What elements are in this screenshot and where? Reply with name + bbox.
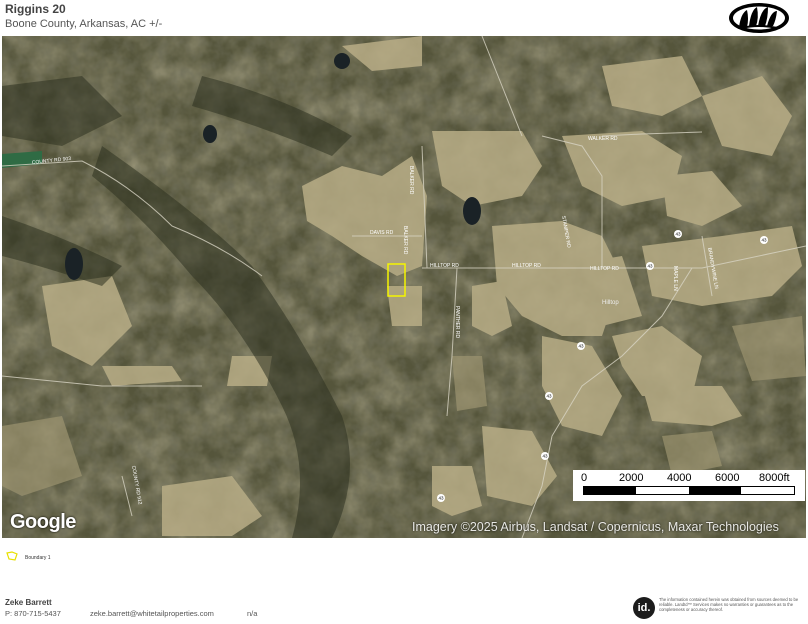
page-subtitle: Boone County, Arkansas, AC +/- bbox=[5, 18, 163, 30]
boundary-outline-icon bbox=[6, 551, 18, 561]
map-imagery: COUNTY RD 903 WALKER RD HILLTOP RD HILLT… bbox=[2, 36, 806, 538]
agent-phone: P: 870-715-5437 bbox=[5, 609, 61, 618]
highway-shield: 43 bbox=[646, 262, 654, 270]
svg-text:43: 43 bbox=[647, 264, 653, 269]
scale-segment bbox=[584, 487, 636, 494]
scale-label: 2000 bbox=[619, 472, 644, 484]
imagery-credit: Imagery ©2025 Airbus, Landsat / Copernic… bbox=[412, 520, 779, 534]
satellite-map[interactable]: COUNTY RD 903 WALKER RD HILLTOP RD HILLT… bbox=[2, 36, 806, 538]
svg-text:43: 43 bbox=[761, 238, 767, 243]
highway-shield: 43 bbox=[674, 230, 682, 238]
scale-label: 8000ft bbox=[759, 472, 790, 484]
svg-text:43: 43 bbox=[675, 232, 681, 237]
road-label: HILLTOP RD bbox=[512, 263, 541, 269]
highway-shield: 43 bbox=[437, 494, 445, 502]
svg-text:43: 43 bbox=[542, 454, 548, 459]
highway-shield: 43 bbox=[760, 236, 768, 244]
place-label: Hilltop bbox=[602, 300, 619, 306]
road-label: HILLTOP RD bbox=[430, 263, 459, 269]
agent-extra: n/a bbox=[247, 609, 258, 618]
agent-name: Zeke Barrett bbox=[5, 598, 52, 607]
highway-shield: 43 bbox=[545, 392, 553, 400]
pond bbox=[65, 248, 83, 280]
scale-label: 6000 bbox=[715, 472, 740, 484]
scale-segment bbox=[689, 487, 741, 494]
scale-label: 4000 bbox=[667, 472, 692, 484]
google-logo: Google bbox=[10, 511, 76, 533]
svg-text:43: 43 bbox=[546, 394, 552, 399]
pond bbox=[334, 53, 350, 69]
legend-label: Boundary 1 bbox=[25, 555, 51, 561]
road-label: DAVIS RD bbox=[370, 230, 394, 236]
landid-badge: id. bbox=[633, 597, 655, 619]
road-label: BALKER RD bbox=[408, 166, 414, 195]
agent-email: zeke.barrett@whitetailproperties.com bbox=[90, 609, 214, 618]
highway-shield: 43 bbox=[577, 342, 585, 350]
disclaimer-text: The information contained herein was obt… bbox=[659, 597, 799, 613]
road-label: HILLTOP RD bbox=[590, 266, 619, 272]
pond bbox=[463, 197, 481, 225]
scale-bar-track bbox=[583, 486, 795, 495]
page-title: Riggins 20 bbox=[5, 2, 66, 16]
road-label: WALKER RD bbox=[588, 136, 618, 142]
road-label: MAPLE LN bbox=[672, 266, 678, 291]
scale-label: 0 bbox=[581, 472, 588, 484]
road-label: BALKER RD bbox=[402, 226, 408, 255]
svg-text:43: 43 bbox=[438, 496, 444, 501]
pond bbox=[203, 125, 217, 143]
svg-text:43: 43 bbox=[578, 344, 584, 349]
scale-labels: 0 2000 4000 6000 8000ft bbox=[580, 472, 800, 486]
road-label: PANTHER RD bbox=[454, 306, 460, 339]
highway-shield: 43 bbox=[541, 452, 549, 460]
whitetail-paw-logo-icon bbox=[729, 3, 789, 33]
